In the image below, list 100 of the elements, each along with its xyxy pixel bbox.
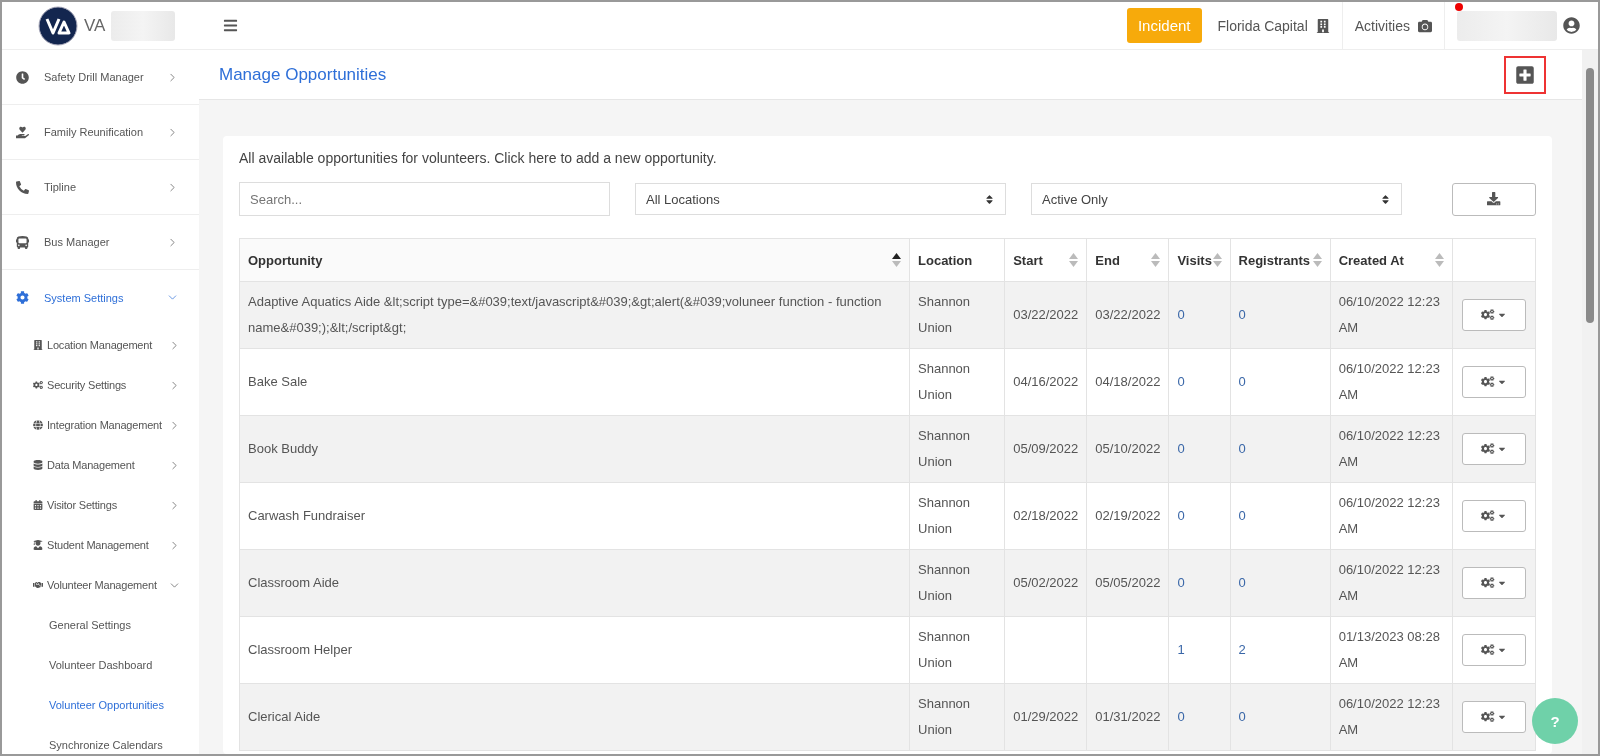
table-cell: 0 <box>1168 549 1230 617</box>
building-icon <box>1315 18 1330 33</box>
menu-icon <box>223 18 238 33</box>
gears-icon <box>1481 375 1495 389</box>
column-header[interactable]: Visits <box>1168 238 1230 282</box>
logo-icon <box>38 5 78 46</box>
table-cell: 0 <box>1168 482 1230 550</box>
column-header[interactable]: Opportunity <box>239 238 910 282</box>
brand-name: VA <box>84 15 106 36</box>
user-icon[interactable] <box>1563 17 1580 34</box>
gears-icon <box>1481 576 1495 590</box>
sort-icon <box>892 253 902 267</box>
select-arrows-icon <box>984 193 995 205</box>
table-cell: 06/10/2022 12:23 AM <box>1330 549 1453 617</box>
table-cell: 05/10/2022 <box>1086 415 1169 483</box>
table-cell: 06/10/2022 12:23 AM <box>1330 683 1453 751</box>
sidebar-icon <box>33 460 43 470</box>
sidebar-icon <box>33 420 43 430</box>
column-header[interactable]: End <box>1086 238 1169 282</box>
sort-icon <box>1212 253 1222 267</box>
gears-icon <box>1481 643 1495 657</box>
table-cell: Shannon Union <box>909 683 1005 751</box>
gears-icon <box>1481 509 1495 523</box>
sort-icon <box>1434 253 1444 267</box>
sidebar-link[interactable]: General Settings <box>2 605 199 645</box>
sidebar-subitem[interactable]: Data Management <box>2 445 199 485</box>
actions-button[interactable] <box>1461 366 1526 398</box>
location-select[interactable]: All Locations <box>635 183 1006 215</box>
sidebar-icon <box>33 380 43 390</box>
table-cell: 06/10/2022 12:23 AM <box>1330 348 1453 416</box>
sidebar-subitem[interactable]: Student Management <box>2 525 199 565</box>
table-cell: 01/31/2022 <box>1086 683 1169 751</box>
table-cell: Bake Sale <box>239 348 910 416</box>
actions-button[interactable] <box>1461 701 1526 733</box>
sort-icon <box>1069 253 1079 267</box>
sidebar-link[interactable]: Volunteer Dashboard <box>2 645 199 685</box>
sidebar-item[interactable]: Bus Manager <box>2 215 199 270</box>
table-cell: 04/16/2022 <box>1004 348 1087 416</box>
gears-icon <box>1481 308 1495 322</box>
activities-link[interactable]: Activities <box>1342 2 1445 50</box>
table-cell: Classroom Aide <box>239 549 910 617</box>
actions-button[interactable] <box>1461 500 1526 532</box>
table-cell: 06/10/2022 12:23 AM <box>1330 415 1453 483</box>
sidebar-link[interactable]: Volunteer Opportunities <box>2 685 199 725</box>
table-cell: Adaptive Aquatics Aide &lt;script type=&#039;text/javascript&#039;&gt;alert(&#039;voluneer function - function name&#039;);&lt;/script&gt; <box>239 281 910 349</box>
search-field[interactable]: Search... <box>239 182 610 216</box>
column-header[interactable]: Location <box>909 238 1005 282</box>
sidebar-subitem[interactable]: Visitor Settings <box>2 485 199 525</box>
actions-button[interactable] <box>1461 433 1526 465</box>
actions-button[interactable] <box>1461 567 1526 599</box>
table-cell: Shannon Union <box>909 616 1005 684</box>
table-cell: 0 <box>1168 348 1230 416</box>
column-header[interactable]: Registrants <box>1230 238 1331 282</box>
table-cell: Classroom Helper <box>239 616 910 684</box>
table-cell: 0 <box>1168 281 1230 349</box>
sidebar-item[interactable]: Tipline <box>2 160 199 215</box>
page-title: Manage Opportunities <box>219 64 387 85</box>
table-cell: 05/05/2022 <box>1086 549 1169 617</box>
table-cell: 03/22/2022 <box>1004 281 1087 349</box>
scrollbar[interactable] <box>1582 50 1598 754</box>
table-cell: 05/09/2022 <box>1004 415 1087 483</box>
gears-icon <box>1481 442 1495 456</box>
sidebar-item[interactable]: System Settings <box>2 270 199 325</box>
table-cell: Shannon Union <box>909 415 1005 483</box>
table-cell: 0 <box>1230 683 1331 751</box>
sidebar-icon <box>33 340 43 350</box>
actions-button[interactable] <box>1461 634 1526 666</box>
download-button[interactable] <box>1452 182 1536 216</box>
sidebar-subitem[interactable]: Volunteer Management <box>2 565 199 605</box>
table-cell: 01/13/2023 08:28 AM <box>1330 616 1453 684</box>
sidebar-icon <box>33 540 43 550</box>
table-cell: Carwash Fundraiser <box>239 482 910 550</box>
intro-text: All available opportunities for volunteers. Click here to add a new opportunity. <box>239 150 718 166</box>
table-cell: 0 <box>1230 415 1331 483</box>
sidebar-icon <box>33 580 43 590</box>
sidebar-subitem[interactable]: Security Settings <box>2 365 199 405</box>
table-cell: Book Buddy <box>239 415 910 483</box>
sort-icon <box>1312 253 1322 267</box>
sidebar-icon <box>16 125 29 139</box>
table-cell: 03/22/2022 <box>1086 281 1169 349</box>
sidebar-subitem[interactable]: Location Management <box>2 325 199 365</box>
table-cell: 04/18/2022 <box>1086 348 1169 416</box>
sidebar-icon <box>16 180 29 194</box>
table-cell: Shannon Union <box>909 482 1005 550</box>
table-cell: 02/19/2022 <box>1086 482 1169 550</box>
actions-button[interactable] <box>1461 299 1526 331</box>
status-select[interactable]: Active Only <box>1031 183 1402 215</box>
sidebar-item[interactable]: Family Reunification <box>2 105 199 160</box>
sidebar-icon <box>16 291 29 304</box>
table-cell: 06/10/2022 12:23 AM <box>1330 482 1453 550</box>
table-cell: 1 <box>1168 616 1230 684</box>
column-header[interactable]: Created At <box>1330 238 1453 282</box>
table-cell: 0 <box>1230 549 1331 617</box>
add-button[interactable] <box>1504 55 1546 94</box>
table-cell: 05/02/2022 <box>1004 549 1087 617</box>
sidebar-link[interactable]: Synchronize Calendars <box>2 725 199 754</box>
download-icon <box>1487 192 1501 206</box>
location-link[interactable]: Florida Capital <box>1205 2 1343 50</box>
sidebar-subitem[interactable]: Integration Management <box>2 405 199 445</box>
column-header[interactable]: Start <box>1004 238 1087 282</box>
